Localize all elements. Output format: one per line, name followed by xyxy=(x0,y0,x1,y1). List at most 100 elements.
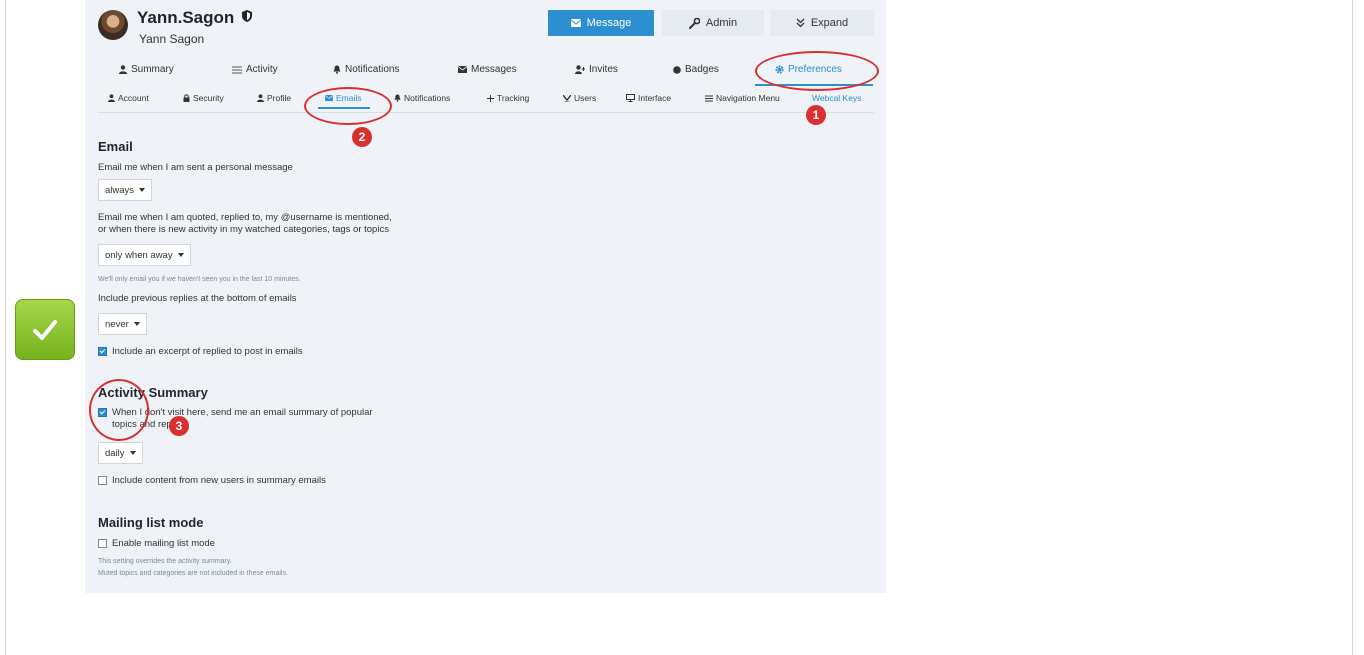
subtab-account[interactable]: Account xyxy=(108,93,149,103)
previous-replies-value: never xyxy=(105,318,129,330)
previous-replies-label: Include previous replies at the bottom o… xyxy=(98,293,297,304)
tab-messages-label: Messages xyxy=(471,64,517,75)
pm-email-label: Email me when I am sent a personal messa… xyxy=(98,162,293,173)
annotation-ring-preferences xyxy=(755,51,879,91)
subtab-security[interactable]: Security xyxy=(183,93,224,103)
email-section-title: Email xyxy=(98,139,133,154)
tab-invites[interactable]: Invites xyxy=(575,64,618,75)
pm-email-value: always xyxy=(105,184,135,196)
subtab-interface[interactable]: Interface xyxy=(626,93,671,103)
mailing-list-checkbox[interactable] xyxy=(98,539,107,548)
subtab-webcal-keys[interactable]: Webcal Keys xyxy=(812,93,861,103)
user-preferences-panel: Yann.Sagon Yann Sagon Message Admin Expa… xyxy=(85,0,886,593)
activity-email-dropdown[interactable]: only when away xyxy=(98,244,191,266)
mailing-list-hint-line2: Muted topics and categories are not incl… xyxy=(98,570,288,577)
activity-email-label-line1: Email me when I am quoted, replied to, m… xyxy=(98,212,392,223)
subtab-navigation-menu[interactable]: Navigation Menu xyxy=(705,93,780,103)
tab-invites-label: Invites xyxy=(589,64,618,75)
annotation-ring-emails xyxy=(304,87,392,125)
tab-notifications[interactable]: Notifications xyxy=(333,64,399,75)
frame-right-border xyxy=(1352,0,1353,655)
mailing-list-title: Mailing list mode xyxy=(98,515,204,530)
envelope-icon xyxy=(458,66,467,73)
user-icon xyxy=(108,94,115,102)
annotation-marker-3: 3 xyxy=(169,416,189,436)
username: Yann.Sagon xyxy=(137,8,235,27)
subtab-tracking-label: Tracking xyxy=(497,93,530,103)
tab-summary[interactable]: Summary xyxy=(119,64,174,75)
subtab-profile-label: Profile xyxy=(267,93,292,103)
mailing-list-checkbox-label: Enable mailing list mode xyxy=(112,538,215,549)
envelope-icon xyxy=(570,19,581,27)
mailing-list-checkbox-row[interactable]: Enable mailing list mode xyxy=(98,538,215,550)
subtab-security-label: Security xyxy=(193,93,224,103)
tab-notifications-label: Notifications xyxy=(345,64,400,75)
badge-icon xyxy=(673,65,681,74)
previous-replies-dropdown[interactable]: never xyxy=(98,313,147,335)
digest-frequency-value: daily xyxy=(105,447,125,459)
tab-activity[interactable]: Activity xyxy=(232,64,278,75)
digest-label-line1: When I don't visit here, send me an emai… xyxy=(112,407,373,418)
subtab-webcal-keys-label: Webcal Keys xyxy=(812,93,862,103)
admin-button-label: Admin xyxy=(705,17,738,29)
subtab-notifications[interactable]: Notifications xyxy=(394,93,450,103)
bell-icon xyxy=(333,65,341,74)
username-heading: Yann.Sagon xyxy=(137,8,253,28)
tab-messages[interactable]: Messages xyxy=(458,64,517,75)
caret-down-icon xyxy=(133,322,140,326)
desktop-icon xyxy=(626,94,635,102)
activity-email-hint: We'll only email you if we haven't seen … xyxy=(98,276,301,283)
tab-badges-label: Badges xyxy=(685,64,719,75)
message-button[interactable]: Message xyxy=(548,10,654,36)
mailing-list-hint-line1: This setting overrides the activity summ… xyxy=(98,558,232,565)
users-icon xyxy=(563,94,571,102)
subtab-users-label: Users xyxy=(574,93,597,103)
caret-down-icon xyxy=(139,188,146,192)
annotation-marker-1: 1 xyxy=(806,105,826,125)
frame-left-border xyxy=(5,0,6,655)
digest-frequency-dropdown[interactable]: daily xyxy=(98,442,143,464)
new-users-checkbox-row[interactable]: Include content from new users in summar… xyxy=(98,475,326,487)
wrench-icon xyxy=(688,17,700,29)
excerpt-checkbox[interactable] xyxy=(98,347,107,356)
excerpt-checkbox-row[interactable]: Include an excerpt of replied to post in… xyxy=(98,346,303,358)
checkmark-icon xyxy=(15,299,75,360)
plus-icon xyxy=(487,94,494,102)
caret-down-icon xyxy=(129,451,136,455)
expand-button-label: Expand xyxy=(810,17,849,29)
lock-icon xyxy=(183,94,190,102)
new-users-checkbox-label: Include content from new users in summar… xyxy=(112,475,326,486)
activity-email-value: only when away xyxy=(105,249,173,261)
expand-button[interactable]: Expand xyxy=(770,10,874,36)
pm-email-dropdown[interactable]: always xyxy=(98,179,153,201)
avatar[interactable] xyxy=(98,10,128,40)
subtab-users[interactable]: Users xyxy=(563,93,596,103)
user-icon xyxy=(119,65,127,74)
user-plus-icon xyxy=(575,65,585,74)
subtab-profile[interactable]: Profile xyxy=(257,93,291,103)
activity-email-label-line2: or when there is new activity in my watc… xyxy=(98,224,389,235)
bars-icon xyxy=(705,95,713,101)
message-button-label: Message xyxy=(586,17,632,29)
user-icon xyxy=(257,94,264,102)
tab-activity-label: Activity xyxy=(246,64,278,75)
new-users-checkbox[interactable] xyxy=(98,476,107,485)
subtab-notifications-label: Notifications xyxy=(404,93,451,103)
annotation-marker-2: 2 xyxy=(352,127,372,147)
chevrons-down-icon xyxy=(796,18,805,28)
subtab-interface-label: Interface xyxy=(638,93,672,103)
subtab-tracking[interactable]: Tracking xyxy=(487,93,529,103)
caret-down-icon xyxy=(177,253,184,257)
shield-icon xyxy=(242,10,253,22)
digest-label-line2: topics and replies xyxy=(112,419,186,430)
full-name: Yann Sagon xyxy=(139,32,205,46)
subtab-navigation-menu-label: Navigation Menu xyxy=(716,93,780,103)
subtab-account-label: Account xyxy=(118,93,149,103)
list-icon xyxy=(232,66,242,73)
tab-badges[interactable]: Badges xyxy=(673,64,719,75)
admin-button[interactable]: Admin xyxy=(662,10,764,36)
annotation-ring-digest xyxy=(89,379,149,441)
tab-summary-label: Summary xyxy=(131,64,174,75)
excerpt-checkbox-label: Include an excerpt of replied to post in… xyxy=(112,346,303,357)
bell-icon xyxy=(394,94,401,102)
